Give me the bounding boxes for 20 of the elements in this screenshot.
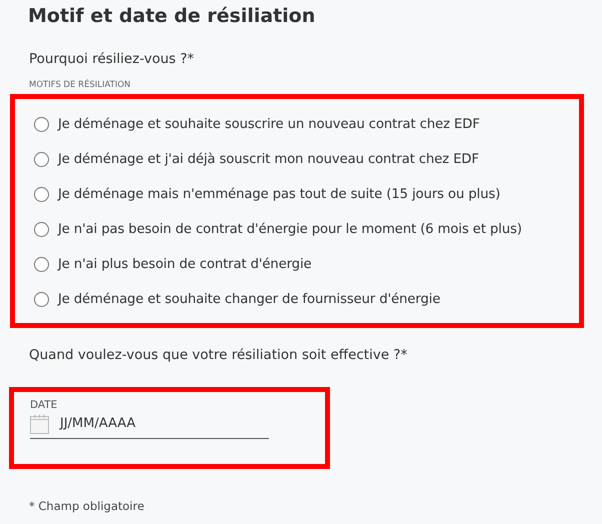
radio-button[interactable] [34, 292, 49, 307]
radio-option[interactable]: Je n'ai pas besoin de contrat d'énergie pour le moment (6 mois et plus) [15, 212, 528, 247]
radio-button[interactable] [34, 152, 49, 167]
field-label: DATE [30, 399, 58, 412]
radio-button[interactable] [34, 257, 49, 272]
section-title: Motif et date de résiliation [28, 4, 316, 29]
calendar-icon [30, 414, 49, 434]
question-label: Pourquoi résiliez-vous ?* [29, 50, 196, 68]
group-label: MOTIFS DE RÉSILIATION [29, 79, 132, 91]
footnote: * Champ obligatoire [29, 499, 146, 513]
radio-option[interactable]: Je déménage et souhaite changer de fournisseur d'énergie [15, 282, 446, 317]
radio-option[interactable]: Je déménage mais n'emménage pas tout de suite (15 jours ou plus) [15, 177, 506, 212]
radio-button[interactable] [34, 187, 49, 202]
radio-button[interactable] [34, 222, 49, 237]
radio-button[interactable] [34, 117, 49, 132]
radio-option[interactable]: Je déménage et souhaite souscrire un nouveau contrat chez EDF [15, 107, 486, 142]
radio-option[interactable]: Je n'ai plus besoin de contrat d'énergie [15, 247, 318, 282]
question-label: Quand voulez-vous que votre résiliation soit effective ?* [29, 346, 408, 364]
date-field[interactable]: JJ/MM/AAAA [56, 412, 264, 436]
radio-option[interactable]: Je déménage et j'ai déjà souscrit mon nouveau contrat chez EDF [15, 142, 485, 177]
